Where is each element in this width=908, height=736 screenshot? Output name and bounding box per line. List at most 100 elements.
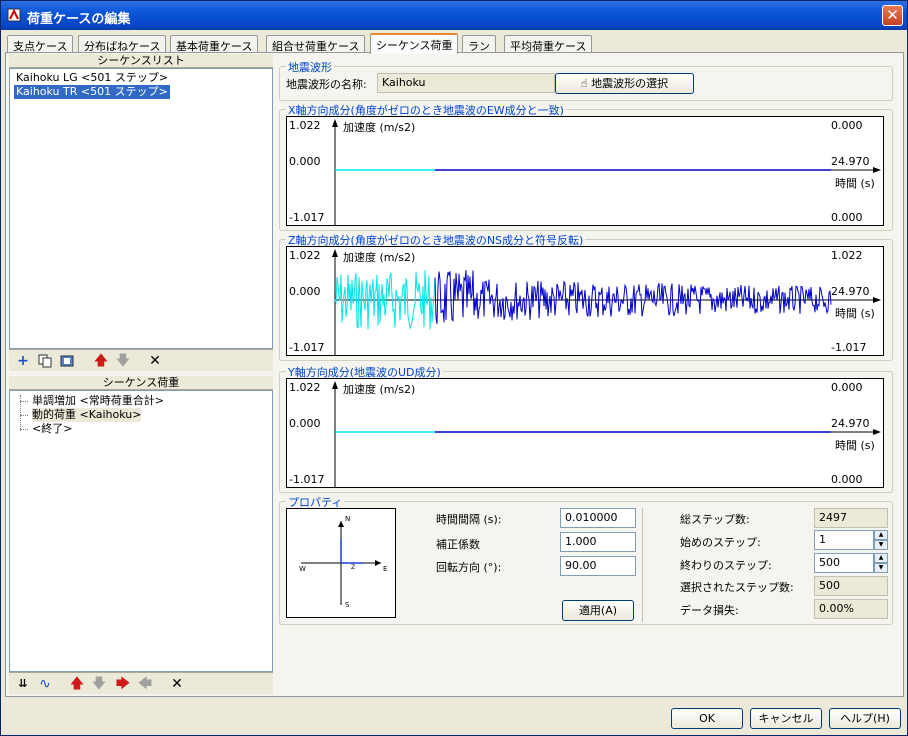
dialog-window: 荷重ケースの編集 ✕ 支点ケース 分布ばねケース 基本荷重ケース 組合せ荷重ケー… (0, 0, 908, 736)
plot-ymax: 1.022 (289, 119, 321, 132)
x-icon[interactable]: ✕ (169, 676, 185, 692)
spin-up-icon[interactable]: ▲ (874, 553, 888, 563)
tab-basic-load[interactable]: 基本荷重ケース (170, 35, 259, 53)
tab-combined-load[interactable]: 組合せ荷重ケース (266, 35, 366, 53)
apply-button[interactable]: 適用(A) (562, 600, 634, 621)
select-waveform-label: 地震波形の選択 (591, 77, 669, 90)
tree-item[interactable]: 単調増加 <常時荷重合計> (32, 394, 164, 408)
plot-r-bot: -1.017 (831, 341, 867, 354)
compass-w: W (299, 565, 306, 573)
help-button[interactable]: ヘルプ(H) (829, 708, 901, 729)
time-interval-field[interactable]: 0.010000 (560, 508, 636, 528)
sequence-list-toolbar: + 🡅 🡇 ✕ (9, 349, 273, 371)
x-component-group: X軸方向成分(角度がゼロのとき地震波のEW成分と一致) 1.022 0.000 -1… (279, 102, 893, 231)
rotation-label: 回転方向 (°): (436, 561, 502, 574)
ok-button[interactable]: OK (671, 708, 743, 729)
properties-group: プロパティ N S E W Z 時間間隔 (s): 0.010000 補正係数 (279, 494, 893, 625)
arrow-down-icon[interactable]: 🡇 (91, 676, 107, 692)
sequence-list[interactable]: Kaihoku LG <501 ステップ> Kaihoku TR <501 ステ… (9, 68, 273, 349)
wave-icon[interactable]: ∿ (37, 676, 53, 692)
list-item[interactable]: Kaihoku TR <501 ステップ> (14, 85, 170, 99)
copy-icon[interactable] (37, 353, 53, 369)
x-component-plot: 1.022 0.000 -1.017 加速度 (m/s2) 時間 (s) 0.000 24.… (286, 116, 884, 226)
y-axis-arrow (332, 119, 338, 127)
paste-icon[interactable] (59, 353, 75, 369)
sequence-load-tree[interactable]: 単調増加 <常時荷重合計> 動的荷重 <Kaihoku> <終了> (9, 390, 273, 672)
cancel-button[interactable]: キャンセル (750, 708, 822, 729)
correction-label: 補正係数 (436, 538, 480, 551)
x-axis-arrow (873, 429, 881, 435)
plot-ymin: -1.017 (289, 473, 325, 486)
x-axis-arrow (873, 167, 881, 173)
plot-r-bot: 0.000 (831, 473, 863, 486)
waveform-name-field: Kaihoku (377, 73, 555, 93)
start-step-spinner[interactable]: ▲ ▼ (874, 530, 888, 550)
spin-down-icon[interactable]: ▼ (874, 540, 888, 550)
end-step-label: 終わりのステップ: (680, 559, 772, 572)
tree-item[interactable]: <終了> (32, 422, 72, 436)
end-step-field[interactable]: 500 (814, 553, 874, 573)
plot-yzero: 0.000 (289, 285, 321, 298)
correction-field[interactable]: 1.000 (560, 532, 636, 552)
plot-ylabel: 加速度 (m/s2) (343, 383, 416, 396)
plot-r-mid: 24.970 (831, 155, 870, 168)
plot-xlabel: 時間 (s) (835, 177, 875, 190)
arrow-down-icon[interactable]: 🡇 (115, 353, 131, 369)
plot-ymax: 1.022 (289, 381, 321, 394)
tree-connector (20, 401, 28, 402)
tab-panel: シーケンスリスト Kaihoku LG <501 ステップ> Kaihoku T… (5, 52, 904, 697)
tab-sequence-load[interactable]: シーケンス荷重 (370, 33, 459, 54)
z-component-group: Z軸方向成分(角度がゼロのとき地震波のNS成分と符号反転) 1.022 0.000… (279, 232, 893, 361)
tree-item[interactable]: 動的荷重 <Kaihoku> (32, 408, 142, 422)
tab-average-load[interactable]: 平均荷重ケース (504, 35, 593, 53)
plot-ylabel: 加速度 (m/s2) (343, 251, 416, 264)
x-icon[interactable]: ✕ (147, 353, 163, 369)
waveform-group: 地震波形 地震波形の名称: Kaihoku ☝ 地震波形の選択 (279, 59, 893, 101)
arrow-right-icon[interactable]: 🡆 (115, 676, 131, 692)
window-title: 荷重ケースの編集 (27, 12, 131, 27)
start-step-field[interactable]: 1 (814, 530, 874, 550)
tree-connector (20, 415, 28, 416)
rotation-field[interactable]: 90.00 (560, 556, 636, 576)
end-step-spinner[interactable]: ▲ ▼ (874, 553, 888, 573)
selected-steps-field: 500 (814, 576, 888, 596)
monotonic-load-icon[interactable]: ⇊ (15, 676, 31, 692)
plot-yzero: 0.000 (289, 155, 321, 168)
compass-n: N (345, 515, 351, 523)
spin-up-icon[interactable]: ▲ (874, 530, 888, 540)
arrow-left-icon[interactable]: 🡄 (137, 676, 153, 692)
tab-run[interactable]: ラン (462, 35, 496, 53)
arrow-up-icon[interactable]: 🡅 (93, 353, 109, 369)
plot-ymax: 1.022 (289, 249, 321, 262)
plot-r-mid: 24.970 (831, 285, 870, 298)
plot-xlabel: 時間 (s) (835, 439, 875, 452)
plot-r-bot: 0.000 (831, 211, 863, 224)
y-axis-arrow (332, 249, 338, 257)
spin-down-icon[interactable]: ▼ (874, 563, 888, 573)
plot-ymin: -1.017 (289, 211, 325, 224)
plot-yzero: 0.000 (289, 417, 321, 430)
compass-diagram: N S E W Z (286, 508, 396, 618)
plot-r-top: 0.000 (831, 381, 863, 394)
arrow-up-icon[interactable]: 🡅 (69, 676, 85, 692)
waveform-name-label: 地震波形の名称: (286, 78, 367, 91)
plus-icon[interactable]: + (15, 353, 31, 369)
sequence-load-header: シーケンス荷重 (9, 376, 273, 390)
close-button[interactable]: ✕ (882, 5, 903, 26)
tree-connector (20, 429, 28, 430)
tab-support-case[interactable]: 支点ケース (7, 35, 74, 53)
tab-distributed-spring[interactable]: 分布ばねケース (78, 35, 167, 53)
plot-r-top: 1.022 (831, 249, 863, 262)
list-item[interactable]: Kaihoku LG <501 ステップ> (14, 71, 170, 85)
compass-e: E (383, 565, 388, 573)
title-bar: 荷重ケースの編集 ✕ (1, 1, 907, 30)
total-steps-label: 総ステップ数: (680, 513, 750, 526)
y-component-group: Y軸方向成分(地震波のUD成分) 1.022 0.000 -1.017 加速度 (m/… (279, 364, 893, 493)
plot-r-mid: 24.970 (831, 417, 870, 430)
select-waveform-button[interactable]: ☝ 地震波形の選択 (555, 73, 694, 94)
divider (642, 508, 643, 622)
plot-r-top: 0.000 (831, 119, 863, 132)
sequence-list-header: シーケンスリスト (9, 54, 273, 68)
pointer-icon: ☝ (580, 77, 588, 90)
plot-ymin: -1.017 (289, 341, 325, 354)
